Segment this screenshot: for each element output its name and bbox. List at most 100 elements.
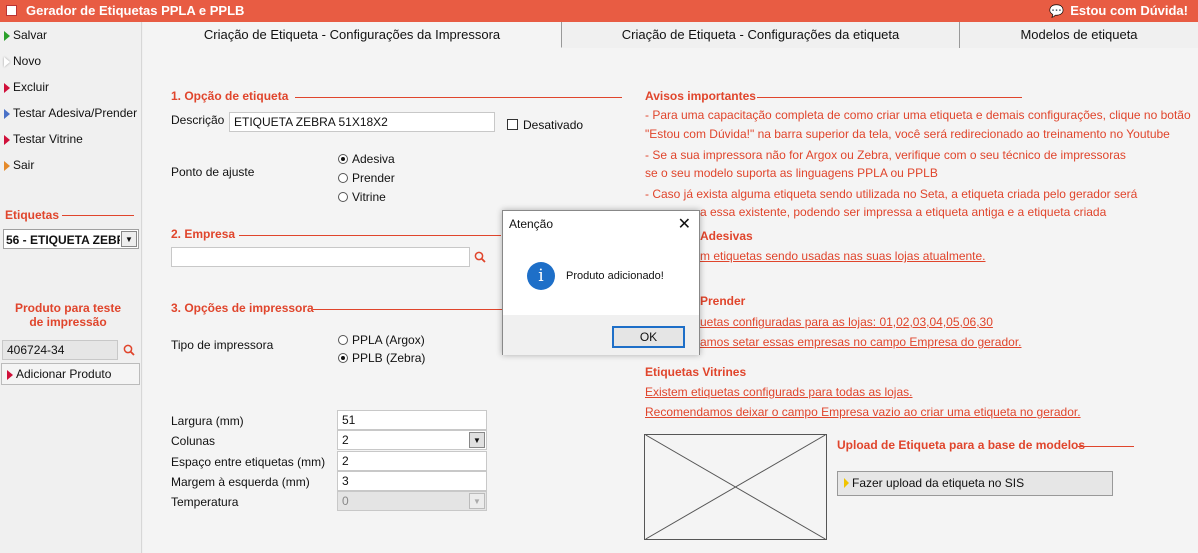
espaco-value: 2 <box>342 454 349 468</box>
tab-label: Criação de Etiqueta - Configurações da e… <box>621 27 900 42</box>
produto-value: 406724-34 <box>7 343 65 357</box>
largura-label: Largura (mm) <box>171 414 244 428</box>
chat-icon: 💬 <box>1049 4 1065 18</box>
descricao-label: Descrição <box>171 113 225 127</box>
radio-dot[interactable] <box>338 335 348 345</box>
etiqueta-select[interactable]: 56 - ETIQUETA ZEBRA ▼ <box>3 229 139 249</box>
help-button[interactable]: 💬 Estou com Dúvida! <box>1049 3 1188 18</box>
tab-models[interactable]: Modelos de etiqueta <box>960 22 1198 48</box>
alert-dialog: Atenção ✕ i Produto adicionado! OK <box>502 210 700 355</box>
radio-label: Adesiva <box>352 152 395 166</box>
section2-title: 2. Empresa <box>171 227 236 241</box>
radio-prender[interactable]: Prender <box>338 171 395 185</box>
largura-input[interactable]: 51 <box>337 410 487 430</box>
espaco-label: Espaço entre etiquetas (mm) <box>171 455 326 469</box>
desativado-label: Desativado <box>523 118 584 132</box>
search-icon[interactable] <box>123 344 135 356</box>
add-product-button[interactable]: Adicionar Produto <box>1 363 140 385</box>
sidebar: Salvar Novo Excluir Testar Adesiva/Prend… <box>0 22 142 553</box>
temperatura-label: Temperatura <box>171 495 239 509</box>
vitrines-text[interactable]: Recomendamos deixar o campo Empresa vazi… <box>645 405 1081 419</box>
radio-vitrine[interactable]: Vitrine <box>338 190 386 204</box>
aviso-line: - Caso já exista alguma etiqueta sendo u… <box>645 187 1138 201</box>
upload-label: Fazer upload da etiqueta no SIS <box>852 476 1025 490</box>
delete-button[interactable]: Excluir <box>4 77 49 97</box>
radio-label: Vitrine <box>352 190 386 204</box>
aviso-line: a essa existente, podendo ser impressa a… <box>700 205 1107 219</box>
desativado-checkbox[interactable]: Desativado <box>507 118 583 132</box>
etiqueta-selected: 56 - ETIQUETA ZEBRA <box>6 233 120 247</box>
test-vitrine-label: Testar Vitrine <box>13 132 83 146</box>
tab-printer-config[interactable]: Criação de Etiqueta - Configurações da I… <box>143 22 562 48</box>
tab-label: Modelos de etiqueta <box>1020 27 1138 42</box>
radio-label: Prender <box>352 171 395 185</box>
divider <box>757 97 1022 98</box>
adesivas-text[interactable]: m etiquetas sendo usadas nas suas lojas … <box>700 249 986 263</box>
test-vitrine-button[interactable]: Testar Vitrine <box>4 129 83 149</box>
vitrines-title: Etiquetas Vitrines <box>645 365 747 379</box>
chevron-down-icon[interactable]: ▼ <box>121 231 137 247</box>
prender-title: Prender <box>700 294 746 308</box>
vitrines-text[interactable]: Existem etiquetas configurads para todas… <box>645 385 912 399</box>
radio-dot[interactable] <box>338 353 348 363</box>
aviso-line: se o seu modelo suporta as linguagens PP… <box>645 166 938 180</box>
radio-ppla[interactable]: PPLA (Argox) <box>338 333 425 347</box>
divider <box>313 309 502 310</box>
exit-button[interactable]: Sair <box>4 155 34 175</box>
test-adesiva-button[interactable]: Testar Adesiva/Prender <box>4 103 137 123</box>
radio-adesiva[interactable]: Adesiva <box>338 152 395 166</box>
add-product-label: Adicionar Produto <box>16 367 112 381</box>
descricao-input[interactable]: ETIQUETA ZEBRA 51X18X2 <box>229 112 495 132</box>
save-button[interactable]: Salvar <box>4 25 47 45</box>
divider <box>1078 446 1134 447</box>
aviso-line: - Para uma capacitação completa de como … <box>645 108 1191 122</box>
adesivas-title: Adesivas <box>700 229 753 243</box>
app-title: Gerador de Etiquetas PPLA e PPLB <box>26 3 245 18</box>
radio-pplb[interactable]: PPLB (Zebra) <box>338 351 425 365</box>
delete-label: Excluir <box>13 80 50 94</box>
margem-value: 3 <box>342 474 349 488</box>
play-icon <box>4 134 10 145</box>
tab-label: Criação de Etiqueta - Configurações da I… <box>203 27 501 42</box>
info-icon: i <box>527 262 555 290</box>
temperatura-value: 0 <box>342 494 349 508</box>
largura-value: 51 <box>342 413 356 427</box>
checkbox-box[interactable] <box>507 119 518 130</box>
play-icon <box>7 369 13 380</box>
espaco-input[interactable]: 2 <box>337 451 487 471</box>
play-icon <box>4 30 10 41</box>
prender-text[interactable]: uetas configuradas para as lojas: 01,02,… <box>700 315 993 329</box>
app-logo-icon <box>6 5 17 16</box>
close-icon[interactable]: ✕ <box>678 214 691 234</box>
help-label: Estou com Dúvida! <box>1070 3 1188 18</box>
new-label: Novo <box>13 54 42 68</box>
colunas-select[interactable]: 2 ▼ <box>337 430 487 450</box>
dialog-title: Atenção <box>509 217 554 231</box>
radio-dot[interactable] <box>338 192 348 202</box>
radio-label: PPLA (Argox) <box>352 333 425 347</box>
dialog-footer: OK <box>503 315 699 355</box>
upload-title: Upload de Etiqueta para a base de modelo… <box>837 438 1086 452</box>
produto-title-1: Produto para teste <box>14 301 122 315</box>
produto-title: Produto para teste de impressão <box>0 301 136 329</box>
tab-label-config[interactable]: Criação de Etiqueta - Configurações da e… <box>562 22 960 48</box>
chevron-down-icon[interactable]: ▼ <box>469 432 485 448</box>
prender-text[interactable]: amos setar essas empresas no campo Empre… <box>700 335 1022 349</box>
aviso-line: "Estou com Dúvida!" na barra superior da… <box>645 127 1170 141</box>
new-button[interactable]: Novo <box>4 51 41 71</box>
produto-input[interactable]: 406724-34 <box>2 340 118 360</box>
ponto-label: Ponto de ajuste <box>171 165 255 179</box>
etiquetas-title: Etiquetas <box>5 208 60 222</box>
play-icon <box>4 108 10 119</box>
section1-title: 1. Opção de etiqueta <box>171 89 289 103</box>
empresa-input[interactable] <box>171 247 470 267</box>
upload-button[interactable]: Fazer upload da etiqueta no SIS <box>837 471 1113 496</box>
ok-button[interactable]: OK <box>612 326 685 348</box>
descricao-value: ETIQUETA ZEBRA 51X18X2 <box>234 115 388 129</box>
radio-dot[interactable] <box>338 154 348 164</box>
title-bar: Gerador de Etiquetas PPLA e PPLB 💬 Estou … <box>0 0 1198 22</box>
radio-dot[interactable] <box>338 173 348 183</box>
margem-input[interactable]: 3 <box>337 471 487 491</box>
search-icon[interactable] <box>474 251 486 263</box>
divider <box>62 215 134 216</box>
